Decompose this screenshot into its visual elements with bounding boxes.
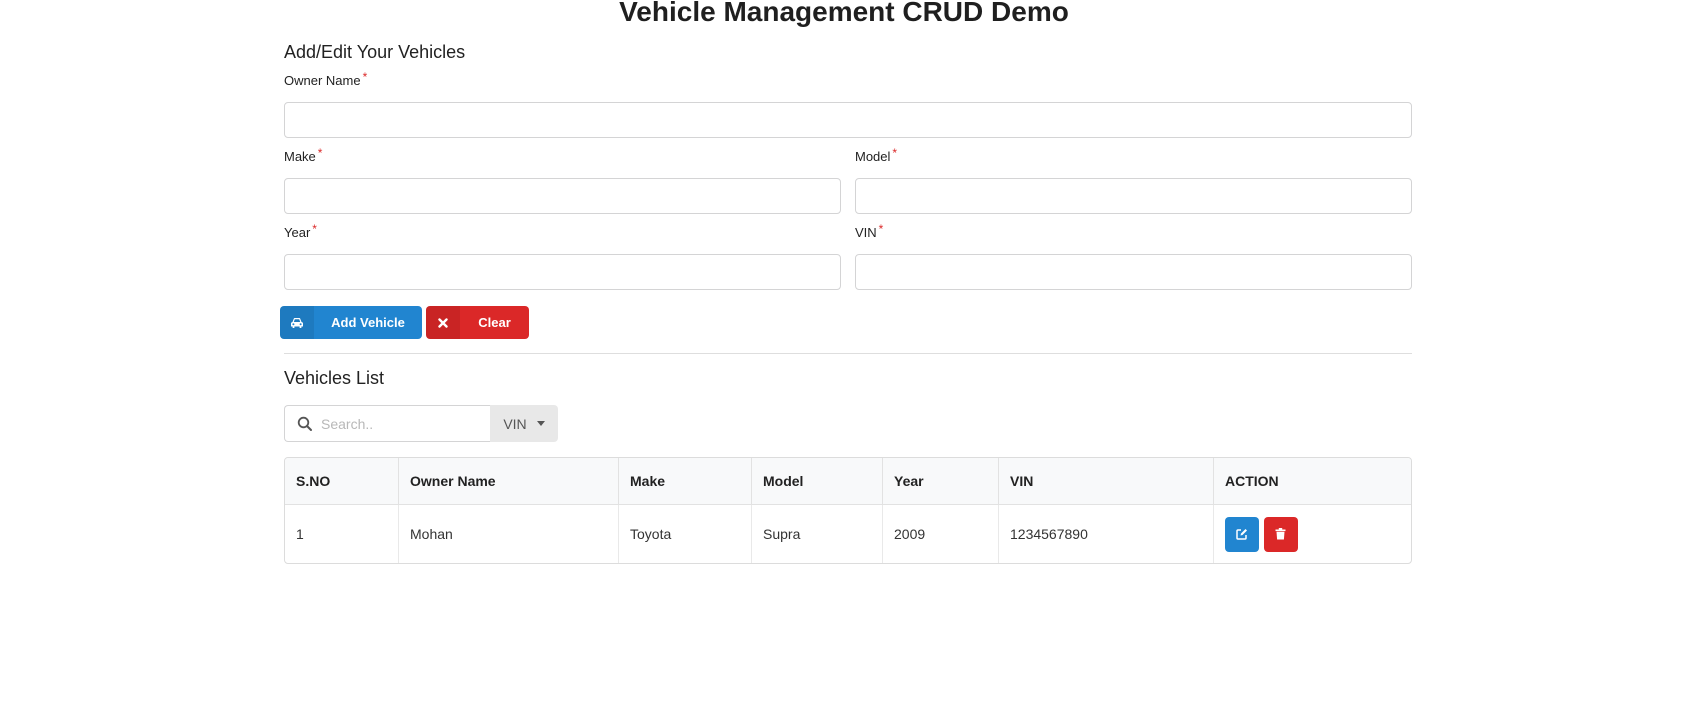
vehicles-table: S.NO Owner Name Make Model Year VIN ACTI…	[284, 457, 1412, 564]
section-divider	[284, 353, 1412, 354]
owner-name-label-text: Owner Name	[284, 73, 361, 88]
column-header-make: Make	[618, 458, 752, 505]
year-label-text: Year	[284, 225, 311, 240]
vin-input[interactable]	[855, 254, 1412, 290]
column-header-model: Model	[751, 458, 883, 505]
edit-button[interactable]	[1225, 516, 1259, 552]
column-header-vin: VIN	[998, 458, 1214, 505]
column-header-sno: S.NO	[285, 458, 399, 505]
vin-label: VIN *	[855, 222, 884, 241]
cell-model: Supra	[751, 504, 883, 563]
year-label: Year *	[284, 222, 317, 241]
required-mark: *	[312, 222, 317, 236]
cell-action	[1214, 505, 1412, 564]
search-filter-value: VIN	[503, 415, 527, 432]
table-row: 1 Mohan Toyota Supra 2009 1234567890	[285, 504, 1412, 564]
cell-make: Toyota	[618, 504, 752, 563]
edit-icon	[1236, 529, 1247, 540]
add-vehicle-button[interactable]: Add Vehicle	[280, 306, 422, 339]
table-header-row: S.NO Owner Name Make Model Year VIN ACTI…	[285, 458, 1411, 505]
cell-owner-name: Mohan	[398, 504, 619, 563]
required-mark: *	[878, 222, 884, 236]
required-mark: *	[317, 146, 323, 160]
car-icon	[280, 306, 314, 339]
list-heading: Vehicles List	[284, 368, 385, 388]
form-heading: Add/Edit Your Vehicles	[284, 42, 466, 62]
model-input[interactable]	[855, 178, 1412, 214]
vin-label-text: VIN	[855, 225, 877, 240]
search-input[interactable]	[321, 406, 485, 441]
required-mark: *	[362, 70, 368, 84]
cell-vin: 1234567890	[998, 504, 1214, 563]
clear-label: Clear	[478, 315, 511, 330]
page-title: Vehicle Management CRUD Demo	[619, 0, 1069, 27]
required-mark: *	[892, 146, 898, 160]
delete-button[interactable]	[1263, 516, 1298, 552]
column-header-year: Year	[882, 458, 999, 505]
owner-name-label: Owner Name *	[284, 70, 368, 89]
model-label-text: Model	[855, 149, 891, 164]
trash-icon	[1275, 528, 1286, 540]
year-input[interactable]	[284, 254, 841, 290]
search-icon	[297, 416, 312, 431]
add-vehicle-label: Add Vehicle	[331, 315, 405, 330]
page: Vehicle Management CRUD Demo Add/Edit Yo…	[0, 0, 1688, 707]
column-header-owner-name: Owner Name	[398, 458, 619, 505]
search-box	[284, 405, 490, 442]
cell-sno: 1	[285, 504, 399, 563]
make-input[interactable]	[284, 178, 841, 214]
model-label: Model *	[855, 146, 898, 165]
clear-button[interactable]: Clear	[426, 306, 529, 339]
column-header-action: ACTION	[1213, 458, 1411, 505]
make-label: Make *	[284, 146, 323, 165]
cell-year: 2009	[882, 504, 999, 563]
close-icon	[426, 306, 460, 339]
search-filter-dropdown[interactable]: VIN	[490, 405, 558, 442]
make-label-text: Make	[284, 149, 316, 164]
chevron-down-icon	[536, 421, 545, 426]
owner-name-input[interactable]	[284, 102, 1412, 138]
search-bar: VIN	[284, 405, 558, 442]
